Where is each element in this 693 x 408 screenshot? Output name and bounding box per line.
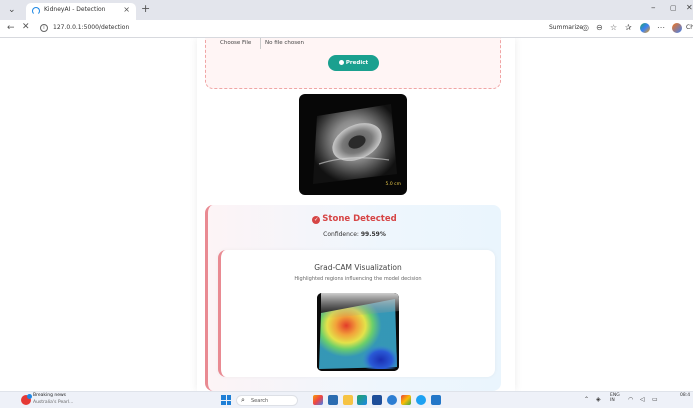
gradcam-panel: Grad-CAM Visualization Highlighted regio… (218, 250, 495, 377)
gradcam-heatmap-image (317, 293, 399, 371)
gradcam-subtitle: Highlighted regions influencing the mode… (294, 276, 422, 282)
copilot-icon[interactable] (640, 23, 650, 33)
language-indicator[interactable]: ENG IN (610, 393, 620, 403)
chevron-down-icon[interactable]: ⌄ (8, 5, 16, 15)
search-icon: ⌕ (241, 396, 245, 404)
profile-icon[interactable] (672, 23, 682, 33)
minimize-icon[interactable]: – (651, 3, 656, 13)
tray-chevron-icon[interactable]: ⌃ (584, 396, 589, 403)
tab-bar: ⌄ KidneyAI - Detection × + – ▢ ✕ (0, 0, 693, 20)
tray-app-icon[interactable]: ◈ (596, 396, 601, 403)
browser-tab[interactable]: KidneyAI - Detection × (26, 3, 136, 20)
stop-icon[interactable]: ✕ (22, 22, 30, 32)
news-badge-icon (27, 394, 32, 399)
page-viewport: Choose File No file chosen Predict 5.0 c… (0, 38, 693, 391)
result-title-text: Stone Detected (322, 214, 397, 224)
taskbar-search[interactable]: ⌕ Search (236, 395, 298, 406)
predict-button[interactable]: Predict (328, 55, 379, 71)
confidence-line: Confidence: 99.59% (208, 231, 501, 238)
star-icon[interactable]: ☆ (610, 23, 617, 32)
news-title[interactable]: Breaking news (33, 393, 66, 398)
edge-dev-icon[interactable] (387, 395, 397, 405)
url-field[interactable]: 127.0.0.1:5000/detection (53, 24, 129, 31)
file-explorer-icon[interactable] (343, 395, 353, 405)
wifi-icon[interactable]: ◠ (628, 396, 633, 403)
address-bar: ← ✕ i 127.0.0.1:5000/detection Summarize… (0, 20, 693, 38)
confidence-label: Confidence: (323, 231, 359, 238)
summarize-icon[interactable]: ◎ (582, 23, 589, 32)
clock-time[interactable]: 08:4 (680, 393, 690, 398)
window-close-icon[interactable]: ✕ (686, 3, 693, 12)
task-view-icon[interactable] (328, 395, 338, 405)
predict-label: Predict (345, 60, 369, 66)
store-app-icon[interactable] (372, 395, 382, 405)
result-title: ✓ Stone Detected (208, 214, 501, 224)
profile-label: Ch (686, 24, 693, 31)
result-panel: ✓ Stone Detected Confidence: 99.59% Grad-… (205, 205, 501, 391)
file-separator (260, 38, 261, 49)
windows-start-icon[interactable] (221, 395, 231, 405)
edge-browser-icon[interactable] (357, 395, 367, 405)
choose-file-button[interactable]: Choose File (220, 40, 251, 46)
upload-panel: Choose File No file chosen Predict (205, 38, 501, 89)
heatmap-overlay (317, 293, 399, 371)
tab-title: KidneyAI - Detection (44, 6, 106, 13)
detection-card: Choose File No file chosen Predict 5.0 c… (197, 38, 515, 391)
file-status: No file chosen (265, 40, 304, 46)
tab-close-icon[interactable]: × (123, 5, 130, 14)
new-tab-button[interactable]: + (141, 2, 150, 15)
search-label: Search (251, 398, 269, 404)
battery-icon[interactable]: ▭ (652, 396, 658, 403)
ultrasound-scan (313, 104, 397, 184)
news-subtitle: Australia's Pearl... (33, 400, 74, 405)
vscode-icon[interactable] (431, 395, 441, 405)
check-circle-icon: ✓ (312, 215, 321, 224)
predict-icon (338, 59, 344, 65)
taskbar: Breaking news Australia's Pearl... ⌕ Sea… (0, 391, 693, 408)
language-sub: IN (610, 398, 615, 403)
volume-icon[interactable]: ◁ (640, 396, 645, 403)
tab-favicon-icon (32, 7, 40, 15)
back-icon[interactable]: ← (7, 23, 15, 33)
more-icon[interactable]: ⋯ (657, 23, 665, 32)
maximize-icon[interactable]: ▢ (670, 4, 677, 12)
favorites-icon[interactable]: ✰ (625, 23, 632, 32)
summarize-button[interactable]: Summarize (549, 24, 583, 31)
browser-app-icon[interactable] (416, 395, 426, 405)
ultrasound-image: 5.0 cm (299, 94, 407, 195)
confidence-value: 99.59% (360, 231, 386, 238)
zoom-icon[interactable]: ⊖ (596, 23, 603, 32)
gradcam-title: Grad-CAM Visualization (314, 263, 402, 272)
info-icon[interactable]: i (40, 24, 48, 32)
widgets-app-icon[interactable] (313, 395, 323, 405)
chrome-icon[interactable] (401, 395, 411, 405)
ultrasound-scale-label: 5.0 cm (385, 182, 401, 187)
